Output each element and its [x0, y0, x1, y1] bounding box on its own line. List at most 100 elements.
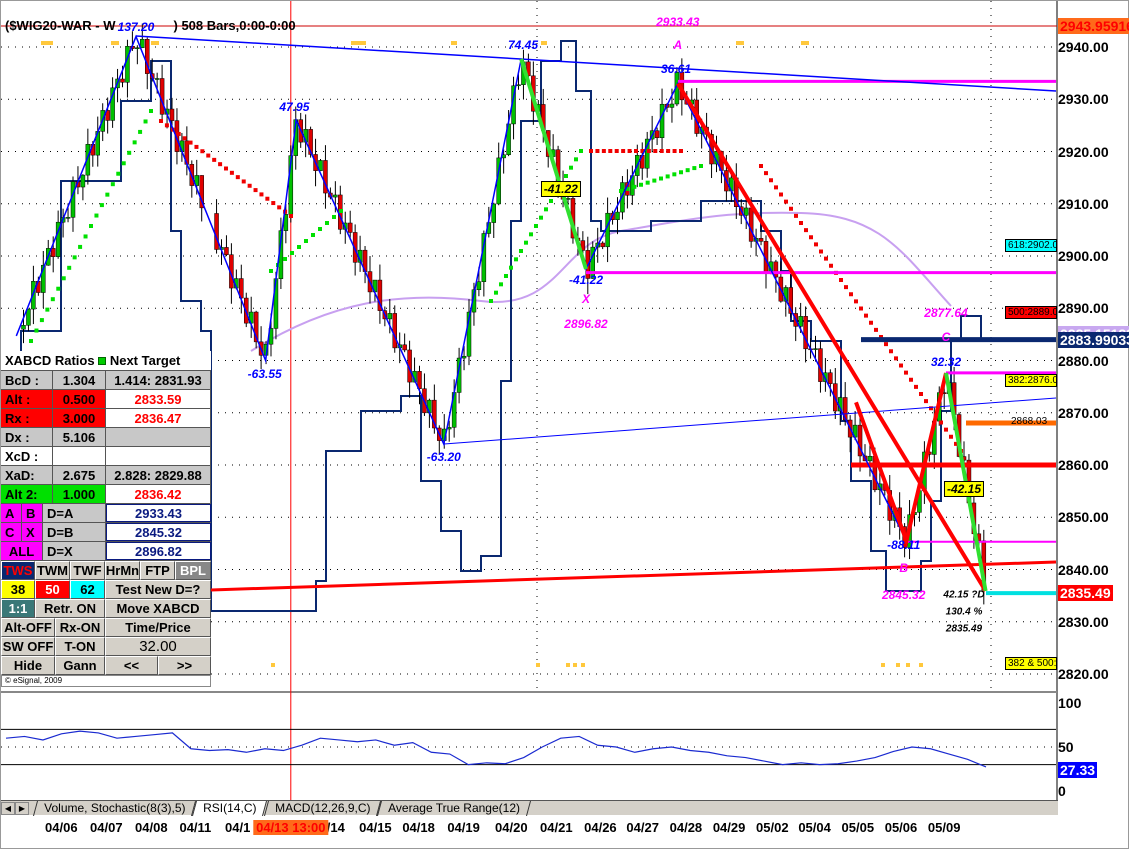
parabolic-sar-dot	[318, 227, 322, 231]
test-new-d-button[interactable]: Test New D=?	[105, 580, 211, 599]
bpl-button[interactable]: BPL	[175, 561, 211, 580]
point-toggle-all[interactable]: ALL	[1, 542, 43, 560]
parabolic-sar-dot	[311, 233, 315, 237]
point-toggle-x[interactable]: X	[22, 523, 43, 541]
t-on-button[interactable]: T-ON	[55, 637, 105, 656]
candle-body	[65, 217, 71, 219]
retr-on-button[interactable]: Retr. ON	[35, 599, 105, 618]
tab-label: Average True Range(12)	[388, 800, 521, 815]
candle-body	[50, 248, 56, 257]
parabolic-sar-dot	[844, 285, 848, 290]
twf-button[interactable]: TWF	[70, 561, 105, 580]
parabolic-sar-dot	[849, 292, 853, 297]
tab-scroll-left-icon[interactable]: ◀	[1, 801, 15, 815]
fib-50-button[interactable]: 50	[35, 580, 70, 599]
parabolic-sar-dot	[45, 307, 50, 312]
parabolic-sar-dot	[874, 327, 878, 332]
d-projection-label: D=B	[43, 523, 106, 541]
pivot-label: B	[899, 561, 909, 576]
parabolic-sar-dot	[56, 286, 61, 291]
price-axis-tick: 2830.00	[1058, 613, 1109, 630]
parabolic-sar-dot	[94, 213, 99, 218]
ratio-key: Rx :	[1, 409, 53, 427]
twm-button[interactable]: TWM	[35, 561, 70, 580]
time-marker	[919, 663, 923, 667]
price-axis-tick: 2870.00	[1058, 404, 1109, 421]
pivot-label: 32.32	[930, 355, 962, 370]
gann-button[interactable]: Gann	[55, 656, 105, 675]
ratio-row: Alt :0.500 2833.59	[1, 390, 211, 409]
date-tick: 04/15	[359, 820, 392, 835]
swing-size-label: -42.15	[943, 480, 985, 497]
alt-off-button[interactable]: Alt-OFF	[1, 618, 55, 637]
ratio-1-1-button[interactable]: 1:1	[1, 599, 35, 618]
parabolic-sar-dot	[899, 363, 903, 368]
candle-body	[347, 222, 353, 233]
date-tick: 04/07	[90, 820, 123, 835]
parabolic-sar-dot	[939, 420, 943, 425]
parabolic-sar-dot	[784, 199, 788, 204]
time-marker	[736, 41, 744, 45]
ratio-row: BcD :1.304 1.414: 2831.93	[1, 371, 211, 390]
parabolic-sar-dot	[764, 171, 768, 176]
date-tick: 05/05	[841, 820, 875, 835]
parabolic-sar-dot	[339, 209, 343, 213]
rsi-axis-tick: 50	[1058, 739, 1074, 755]
parabolic-sar-dot	[814, 242, 818, 247]
parabolic-sar-dot	[884, 342, 888, 347]
price-axis-tick: 2820.00	[1058, 666, 1109, 682]
rsi-axis-tick: 0	[1058, 783, 1066, 799]
next-target-indicator-icon	[98, 356, 107, 365]
indicator-tab[interactable]: Volume, Stochastic(8(3),5)	[32, 800, 197, 816]
pivot-label: A	[673, 38, 683, 53]
time-marker	[573, 663, 577, 667]
indicator-tab[interactable]: MACD(12,26,9,C)	[263, 800, 382, 816]
point-toggle-a[interactable]: A	[1, 504, 22, 522]
hide-button[interactable]: Hide	[1, 656, 55, 675]
price-axis-tick: 2940.00	[1058, 39, 1109, 55]
candle-body	[615, 211, 620, 220]
tab-label: Volume, Stochastic(8(3),5)	[44, 800, 186, 815]
candle-body	[402, 344, 407, 351]
time-marker	[351, 41, 366, 45]
time-price-value[interactable]: 32.00	[105, 637, 211, 656]
date-tick: 04/1	[225, 820, 251, 835]
indicator-tab[interactable]: RSI(14,C)	[192, 800, 268, 816]
rx-on-button[interactable]: Rx-ON	[55, 618, 105, 637]
sw-off-button[interactable]: SW OFF	[1, 637, 55, 656]
chart-window: ($WIG20-WAR - W) 508 Bars,0:00-0:00 2940…	[0, 0, 1129, 849]
previous-button[interactable]: <<	[105, 656, 158, 675]
hrmn-button[interactable]: HrMn	[105, 561, 140, 580]
ftp-button[interactable]: FTP	[140, 561, 175, 580]
indicator-tab[interactable]: Average True Range(12)	[377, 800, 531, 816]
pivot-label: 2845.32	[881, 587, 926, 602]
tws-button[interactable]: TWS	[1, 561, 35, 580]
candle-body	[154, 78, 160, 80]
parabolic-sar-dot	[579, 149, 583, 153]
move-xabcd-button[interactable]: Move XABCD	[105, 599, 211, 618]
fib-62-button[interactable]: 62	[70, 580, 105, 599]
cursor-date-label: 04/13 13:00	[253, 820, 329, 835]
point-row: ALL D=X 2896.82	[1, 542, 211, 561]
parabolic-sar-dot	[699, 164, 703, 168]
fib-level-tag: 500:2889.0	[1005, 306, 1057, 320]
parabolic-sar-dot	[949, 434, 953, 439]
next-button[interactable]: >>	[158, 656, 211, 675]
parabolic-sar-dot	[253, 188, 258, 193]
tab-scroll-right-icon[interactable]: ▶	[15, 801, 29, 815]
ratio-key: Dx :	[1, 428, 53, 446]
parabolic-sar-dot	[619, 189, 623, 193]
point-toggle-b[interactable]: B	[22, 504, 43, 522]
symbol-label: ($WIG20-WAR - W	[5, 18, 116, 33]
parabolic-sar-dot	[143, 119, 148, 124]
parabolic-sar-dot	[72, 255, 77, 260]
point-row: C X D=B 2845.32	[1, 523, 211, 542]
fib-38-button[interactable]: 38	[1, 580, 35, 599]
candle-body	[605, 212, 610, 248]
parabolic-sar-dot	[569, 165, 573, 170]
point-toggle-c[interactable]: C	[1, 523, 22, 541]
candle-body	[758, 238, 764, 242]
point-row: A B D=A 2933.43	[1, 504, 211, 523]
candle-body	[26, 308, 31, 326]
time-price-button[interactable]: Time/Price	[105, 618, 211, 637]
